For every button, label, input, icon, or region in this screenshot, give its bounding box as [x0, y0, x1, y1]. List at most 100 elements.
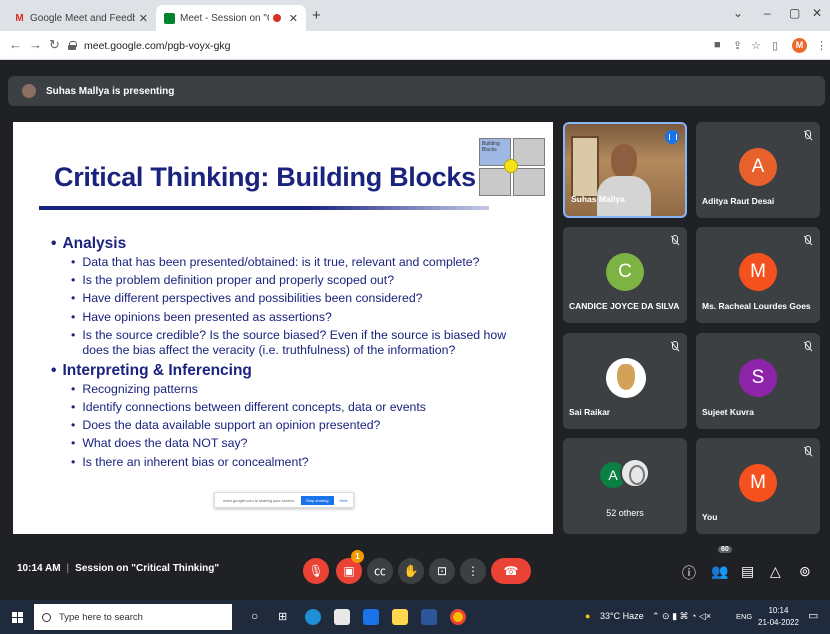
building-blocks-logo: Building Blocks [479, 138, 545, 196]
participant-name: You [702, 512, 718, 522]
url-field[interactable]: meet.google.com/pgb-voyx-gkg [68, 35, 708, 56]
participant-tile[interactable]: Sai Raikar [563, 333, 687, 429]
slide-title: Critical Thinking: Building Blocks [54, 162, 476, 192]
edge-icon[interactable] [305, 609, 321, 625]
bullet-item: Is the problem definition proper and pro… [71, 271, 531, 289]
participant-tile[interactable]: C CANDICE JOYCE DA SILVA [563, 227, 687, 323]
mail-icon[interactable] [363, 609, 379, 625]
participant-count: 60 [718, 546, 732, 553]
tab-search-icon[interactable]: ⌄ [733, 6, 743, 20]
participant-tile[interactable]: Suhas Mallya [563, 122, 687, 218]
share-icon[interactable]: ⇪ [733, 39, 742, 52]
presenting-text: Suhas Mallya is presenting [46, 85, 175, 97]
close-tab-icon[interactable]: ✕ [289, 12, 298, 25]
menu-dots-icon[interactable]: ⋮ [816, 39, 827, 52]
bullet-item: Have different perspectives and possibil… [71, 289, 531, 307]
people-icon[interactable]: 👥 [711, 563, 728, 580]
recording-icon [272, 14, 281, 22]
participant-tile[interactable]: S Sujeet Kuvra [696, 333, 820, 429]
taskbar-clock[interactable]: 10:14 21-04-2022 [758, 605, 799, 629]
leave-call-button[interactable]: ☎ [491, 558, 531, 584]
tab-meet-session[interactable]: Meet - Session on "Critical Thinking" ✕ [156, 5, 306, 31]
meeting-title: Session on "Critical Thinking" [75, 563, 220, 574]
raise-hand-button[interactable]: ✋ [398, 558, 424, 584]
bullet-item: Identify connections between different c… [71, 398, 531, 416]
participant-name: Sujeet Kuvra [702, 407, 754, 417]
lock-icon [68, 41, 77, 50]
mic-off-icon [803, 130, 812, 141]
cortana-icon[interactable]: ○ [251, 609, 258, 623]
mic-off-icon [670, 235, 679, 246]
participant-name: Ms. Racheal Lourdes Goes [702, 301, 811, 311]
weather-icon: ● [585, 611, 591, 621]
forward-icon[interactable]: → [29, 37, 42, 52]
title-underline [39, 206, 489, 210]
gmail-icon: M [15, 12, 24, 24]
avatar: M [739, 464, 777, 502]
side-panel-icon[interactable]: ▯ [772, 39, 778, 52]
bullet-item: Data that has been presented/obtained: i… [71, 253, 531, 271]
bullet-item: Is the source credible? Is the source bi… [71, 328, 531, 358]
maximize-button[interactable]: ▢ [789, 6, 800, 20]
avatar: S [739, 359, 777, 397]
task-view-icon[interactable]: ⊞ [278, 610, 287, 623]
mic-toggle-button[interactable]: 🎙 [303, 558, 329, 584]
bullet-item: Recognizing patterns [71, 380, 531, 398]
reload-icon[interactable]: ↻ [49, 37, 60, 53]
tab-title: Meet - Session on "Critical Thinking" [180, 12, 269, 24]
chat-icon[interactable]: ▤ [741, 563, 754, 580]
info-icon[interactable]: ⓘ [682, 563, 696, 583]
participant-tile[interactable]: M Ms. Racheal Lourdes Goes [696, 227, 820, 323]
toast-text: meet.google.com is sharing your screen. [223, 497, 296, 503]
avatar: C [606, 253, 644, 291]
back-icon[interactable]: ← [9, 37, 22, 52]
close-tab-icon[interactable]: ✕ [139, 12, 148, 25]
section-heading: Analysis [51, 235, 531, 253]
screen-share-toast: meet.google.com is sharing your screen. … [214, 492, 354, 508]
stop-sharing-button[interactable]: Stop sharing [301, 495, 334, 505]
avatar: A [739, 148, 777, 186]
bullet-item: Does the data available support an opini… [71, 416, 531, 434]
meet-icon [164, 12, 175, 24]
minimize-button[interactable]: – [764, 6, 771, 20]
windows-start-icon[interactable] [12, 612, 23, 623]
self-tile[interactable]: M You [696, 438, 820, 534]
participant-name: Aditya Raut Desai [702, 196, 775, 206]
captions-button[interactable]: ㏄ [367, 558, 393, 584]
participant-name: CANDICE JOYCE DA SILVA [569, 301, 680, 311]
present-button[interactable]: ⊡ [429, 558, 455, 584]
clock-date: 21-04-2022 [758, 618, 799, 627]
activities-icon[interactable]: △ [770, 563, 781, 580]
store-icon[interactable] [334, 609, 350, 625]
section-heading: Interpreting & Inferencing [51, 362, 531, 380]
notifications-icon[interactable]: ▭ [808, 609, 818, 622]
tab-feedback-form[interactable]: M Google Meet and Feedback Form ✕ [6, 5, 156, 31]
bookmark-star-icon[interactable]: ☆ [751, 39, 761, 52]
others-count: 52 others [606, 508, 644, 518]
host-controls-icon[interactable]: ⊚ [799, 563, 811, 580]
word-icon[interactable] [421, 609, 437, 625]
hide-button[interactable]: Hide [340, 498, 348, 503]
slide-bullets: Analysis Data that has been presented/ob… [51, 234, 531, 471]
avatar [606, 358, 646, 398]
close-window-button[interactable]: ✕ [812, 6, 822, 20]
new-tab-button[interactable]: + [312, 7, 321, 24]
more-options-button[interactable]: ⋮ [460, 558, 486, 584]
chrome-icon[interactable] [450, 609, 466, 625]
url-text: meet.google.com/pgb-voyx-gkg [84, 39, 231, 52]
others-tile[interactable]: A 52 others [563, 438, 687, 534]
avatar [620, 458, 650, 488]
tray-icons[interactable]: ⌃ ⊙ ▮ ⌘ ◔ ◁× [652, 611, 711, 622]
language-indicator[interactable]: ENG [736, 612, 752, 621]
mic-off-icon [803, 446, 812, 457]
mic-off-icon [670, 341, 679, 352]
windows-taskbar: Type here to search ○ ⊞ ● 33°C Haze ⌃ ⊙ … [0, 600, 830, 634]
taskbar-search[interactable]: Type here to search [34, 604, 232, 630]
profile-avatar[interactable]: M [792, 38, 807, 53]
files-icon[interactable] [392, 609, 408, 625]
shared-screen: Critical Thinking: Building Blocks Build… [13, 122, 553, 534]
mic-off-icon [803, 235, 812, 246]
presenting-banner: Suhas Mallya is presenting [8, 76, 825, 106]
camera-icon[interactable]: ■ [714, 39, 721, 51]
participant-tile[interactable]: A Aditya Raut Desai [696, 122, 820, 218]
